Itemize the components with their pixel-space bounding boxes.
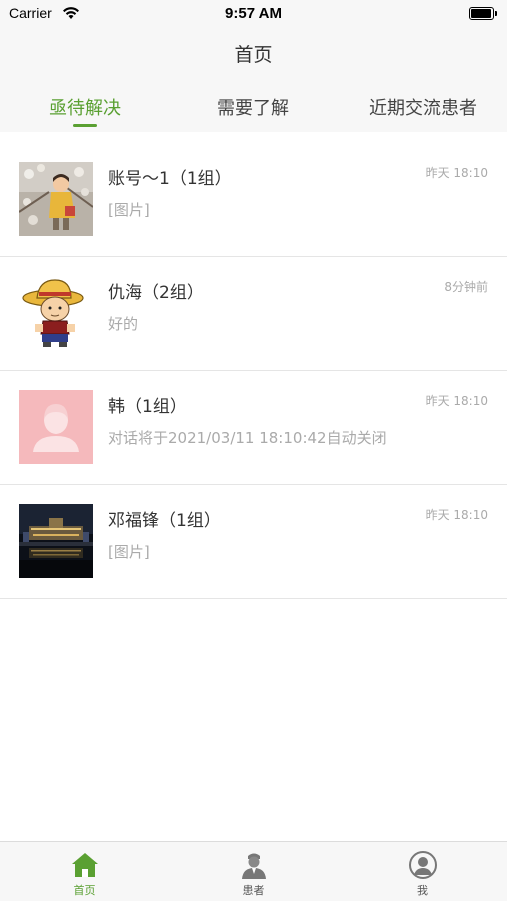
active-tab-indicator xyxy=(73,124,97,127)
message-preview: [图片] xyxy=(108,543,150,561)
tabbar-item-patients[interactable]: 患者 xyxy=(169,842,338,901)
tabbar-label: 患者 xyxy=(242,884,265,897)
message-time: 昨天 18:10 xyxy=(425,508,488,522)
navigation-bar: 首页 xyxy=(0,28,507,76)
page-title: 首页 xyxy=(234,44,273,66)
girl-photo-image xyxy=(19,162,93,236)
conversation-row[interactable]: 账号～1（1组） [图片] 昨天 18:10 xyxy=(0,143,507,257)
night-city-image xyxy=(19,504,93,578)
avatar xyxy=(19,504,93,578)
contact-name: 韩（1组） xyxy=(108,397,187,417)
contact-name: 邓福锋（1组） xyxy=(108,511,221,531)
home-icon xyxy=(72,853,98,877)
conversation-row[interactable]: 韩（1组） 对话将于2021/03/11 18:10:42自动关闭 昨天 18:… xyxy=(0,371,507,485)
tabbar-item-me[interactable]: 我 xyxy=(338,842,507,901)
profile-icon xyxy=(409,851,437,879)
message-time: 8分钟前 xyxy=(444,280,488,294)
conversation-row[interactable]: 仇海（2组） 好的 8分钟前 xyxy=(0,257,507,371)
contact-name: 账号～1（1组） xyxy=(108,169,232,189)
message-preview: 对话将于2021/03/11 18:10:42自动关闭 xyxy=(108,429,387,447)
avatar xyxy=(19,390,93,464)
segment-tabs: 亟待解决 需要了解 近期交流患者 xyxy=(0,76,507,132)
clock: 9:57 AM xyxy=(225,5,282,22)
default-person-icon xyxy=(19,390,93,464)
message-time: 昨天 18:10 xyxy=(425,166,488,180)
doctor-icon xyxy=(242,853,266,879)
message-preview: 好的 xyxy=(108,315,139,333)
contact-name: 仇海（2组） xyxy=(108,283,204,303)
cartoon-boy-image xyxy=(19,276,93,350)
tab-urgent[interactable]: 亟待解决 xyxy=(40,94,130,120)
tabbar-label: 首页 xyxy=(73,884,96,897)
status-bar: Carrier 9:57 AM xyxy=(0,0,507,28)
tabbar-item-home[interactable]: 首页 xyxy=(0,842,169,901)
conversation-row[interactable]: 邓福锋（1组） [图片] 昨天 18:10 xyxy=(0,485,507,599)
tabbar-label: 我 xyxy=(417,884,428,897)
tab-recent-patients[interactable]: 近期交流患者 xyxy=(358,94,488,120)
battery-icon xyxy=(469,7,497,20)
conversation-list: 账号～1（1组） [图片] 昨天 18:10 仇海（2组） 好的 8分钟前 韩（… xyxy=(0,143,507,599)
avatar xyxy=(19,162,93,236)
message-time: 昨天 18:10 xyxy=(425,394,488,408)
bottom-tab-bar: 首页 患者 我 xyxy=(0,841,507,901)
tab-need-to-know[interactable]: 需要了解 xyxy=(208,94,298,120)
message-preview: [图片] xyxy=(108,201,150,219)
avatar xyxy=(19,276,93,350)
